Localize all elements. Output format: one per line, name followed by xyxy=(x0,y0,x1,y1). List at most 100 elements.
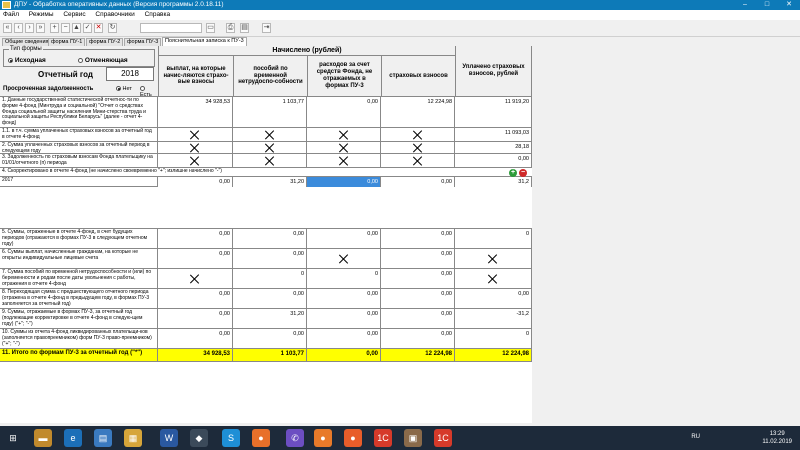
cell[interactable]: 0,00 xyxy=(381,269,455,288)
add-row-button[interactable]: + xyxy=(509,169,517,177)
exit-icon[interactable]: ⇥ xyxy=(262,23,271,33)
cell[interactable]: 0,00 xyxy=(158,177,233,187)
cell[interactable]: 0,00 xyxy=(381,229,455,248)
cell[interactable]: 0 xyxy=(307,269,381,288)
document-icon[interactable]: ▭ xyxy=(206,23,215,33)
cell[interactable] xyxy=(158,269,233,288)
cell[interactable]: 28,18 xyxy=(455,142,532,153)
tab-explanatory-note[interactable]: Пояснительная записка к ПУ-3 xyxy=(162,37,247,46)
menu-directories[interactable]: Справочники xyxy=(95,11,134,18)
cell[interactable]: 0,00 xyxy=(381,289,455,308)
refresh-icon[interactable]: ↻ xyxy=(108,23,117,33)
print-icon[interactable]: ⎙ xyxy=(226,23,235,33)
cell[interactable]: 31,2 xyxy=(455,177,532,187)
menu-service[interactable]: Сервис xyxy=(63,11,85,18)
cell[interactable]: 0,00 xyxy=(381,309,455,328)
menu-help[interactable]: Справка xyxy=(145,11,171,18)
cell[interactable]: 0,00 xyxy=(307,177,381,187)
cell[interactable]: 34 928,53 xyxy=(158,349,233,361)
cell[interactable]: 0,00 xyxy=(158,329,233,348)
cell[interactable] xyxy=(307,249,381,268)
year-field[interactable]: 2018 xyxy=(106,67,154,81)
cell[interactable]: 0,00 xyxy=(233,289,307,308)
app-1c-icon[interactable]: 1C xyxy=(374,429,392,447)
add-icon[interactable]: + xyxy=(50,23,59,33)
cell[interactable]: 34 928,53 xyxy=(158,97,233,127)
minimize-button[interactable]: – xyxy=(734,0,756,10)
cell[interactable] xyxy=(307,128,381,141)
browser-icon[interactable]: e xyxy=(64,429,82,447)
cell[interactable]: -31,2 xyxy=(455,309,532,328)
cell[interactable]: 0,00 xyxy=(233,229,307,248)
cell[interactable]: 0,00 xyxy=(307,309,381,328)
cell[interactable]: 11 919,20 xyxy=(455,97,532,127)
tab-general[interactable]: Общие сведения xyxy=(2,38,52,46)
cell[interactable]: 31,20 xyxy=(233,309,307,328)
clock[interactable]: 13:29 11.02.2019 xyxy=(762,430,792,446)
cell[interactable]: 0,00 xyxy=(158,229,233,248)
cell[interactable]: 0 xyxy=(455,329,532,348)
archive-icon[interactable]: ▣ xyxy=(404,429,422,447)
app-1c-icon-2[interactable]: 1C xyxy=(434,429,452,447)
cell[interactable] xyxy=(381,142,455,153)
remove-icon[interactable]: − xyxy=(61,23,70,33)
windows-start-icon[interactable]: ⊞ xyxy=(4,429,22,447)
explorer-icon[interactable]: ▤ xyxy=(94,429,112,447)
cell[interactable]: 0,00 xyxy=(381,249,455,268)
next-icon[interactable]: › xyxy=(25,23,34,33)
close-button[interactable]: ✕ xyxy=(778,0,800,10)
firefox-icon-3[interactable]: ● xyxy=(344,429,362,447)
save-icon[interactable]: ▤ xyxy=(240,23,249,33)
cell[interactable]: 0,00 xyxy=(158,249,233,268)
maximize-button[interactable]: □ xyxy=(756,0,778,10)
cell[interactable]: 0,00 xyxy=(158,309,233,328)
cell[interactable]: 0 xyxy=(233,269,307,288)
cell[interactable] xyxy=(233,128,307,141)
cell[interactable]: 0,00 xyxy=(158,289,233,308)
tab-pu3[interactable]: форма ПУ-3 xyxy=(124,38,162,46)
cell[interactable]: 0,00 xyxy=(233,329,307,348)
filter-field[interactable] xyxy=(140,23,202,33)
cell[interactable]: 0,00 xyxy=(381,177,455,187)
firefox-icon-2[interactable]: ● xyxy=(314,429,332,447)
cell[interactable]: 12 224,98 xyxy=(381,349,455,361)
cell[interactable] xyxy=(455,269,532,288)
cell[interactable]: 0,00 xyxy=(455,154,532,167)
folder-icon[interactable]: ▬ xyxy=(34,429,52,447)
cell[interactable]: 1 103,77 xyxy=(233,349,307,361)
cell[interactable]: 0 xyxy=(455,229,532,248)
menu-file[interactable]: Файл xyxy=(3,11,19,18)
firefox-icon[interactable]: ● xyxy=(252,429,270,447)
cell[interactable]: 1 103,77 xyxy=(233,97,307,127)
cell[interactable] xyxy=(307,154,381,167)
cell[interactable] xyxy=(233,142,307,153)
cell[interactable] xyxy=(455,249,532,268)
cell[interactable]: 0,00 xyxy=(307,329,381,348)
viber-icon[interactable]: ✆ xyxy=(286,429,304,447)
cell[interactable]: 0,00 xyxy=(307,349,381,361)
cell[interactable]: 12 224,98 xyxy=(381,97,455,127)
cell[interactable]: 0,00 xyxy=(233,249,307,268)
word-icon[interactable]: W xyxy=(160,429,178,447)
tab-pu1[interactable]: форма ПУ-1 xyxy=(48,38,86,46)
cell[interactable]: 0,00 xyxy=(455,289,532,308)
cell[interactable]: 12 224,98 xyxy=(455,349,532,361)
edit-icon[interactable]: ▲ xyxy=(72,23,81,33)
last-icon[interactable]: » xyxy=(36,23,45,33)
cell[interactable] xyxy=(381,128,455,141)
cell[interactable] xyxy=(233,154,307,167)
confirm-icon[interactable]: ✓ xyxy=(83,23,92,33)
skype-icon[interactable]: S xyxy=(222,429,240,447)
form-type-corrective[interactable]: Отменяющая xyxy=(78,57,128,64)
files-icon[interactable]: ▦ xyxy=(124,429,142,447)
cell[interactable]: 0,00 xyxy=(307,289,381,308)
language-indicator[interactable]: RU xyxy=(691,434,700,440)
cell[interactable] xyxy=(158,128,233,141)
cell[interactable] xyxy=(158,142,233,153)
form-type-initial[interactable]: Исходная xyxy=(8,57,46,64)
menu-modes[interactable]: Режимы xyxy=(29,11,54,18)
cell[interactable]: 0,00 xyxy=(307,97,381,127)
cancel-icon[interactable]: ✕ xyxy=(94,23,103,33)
cell[interactable]: 0,00 xyxy=(307,229,381,248)
cell[interactable]: 0,00 xyxy=(381,329,455,348)
